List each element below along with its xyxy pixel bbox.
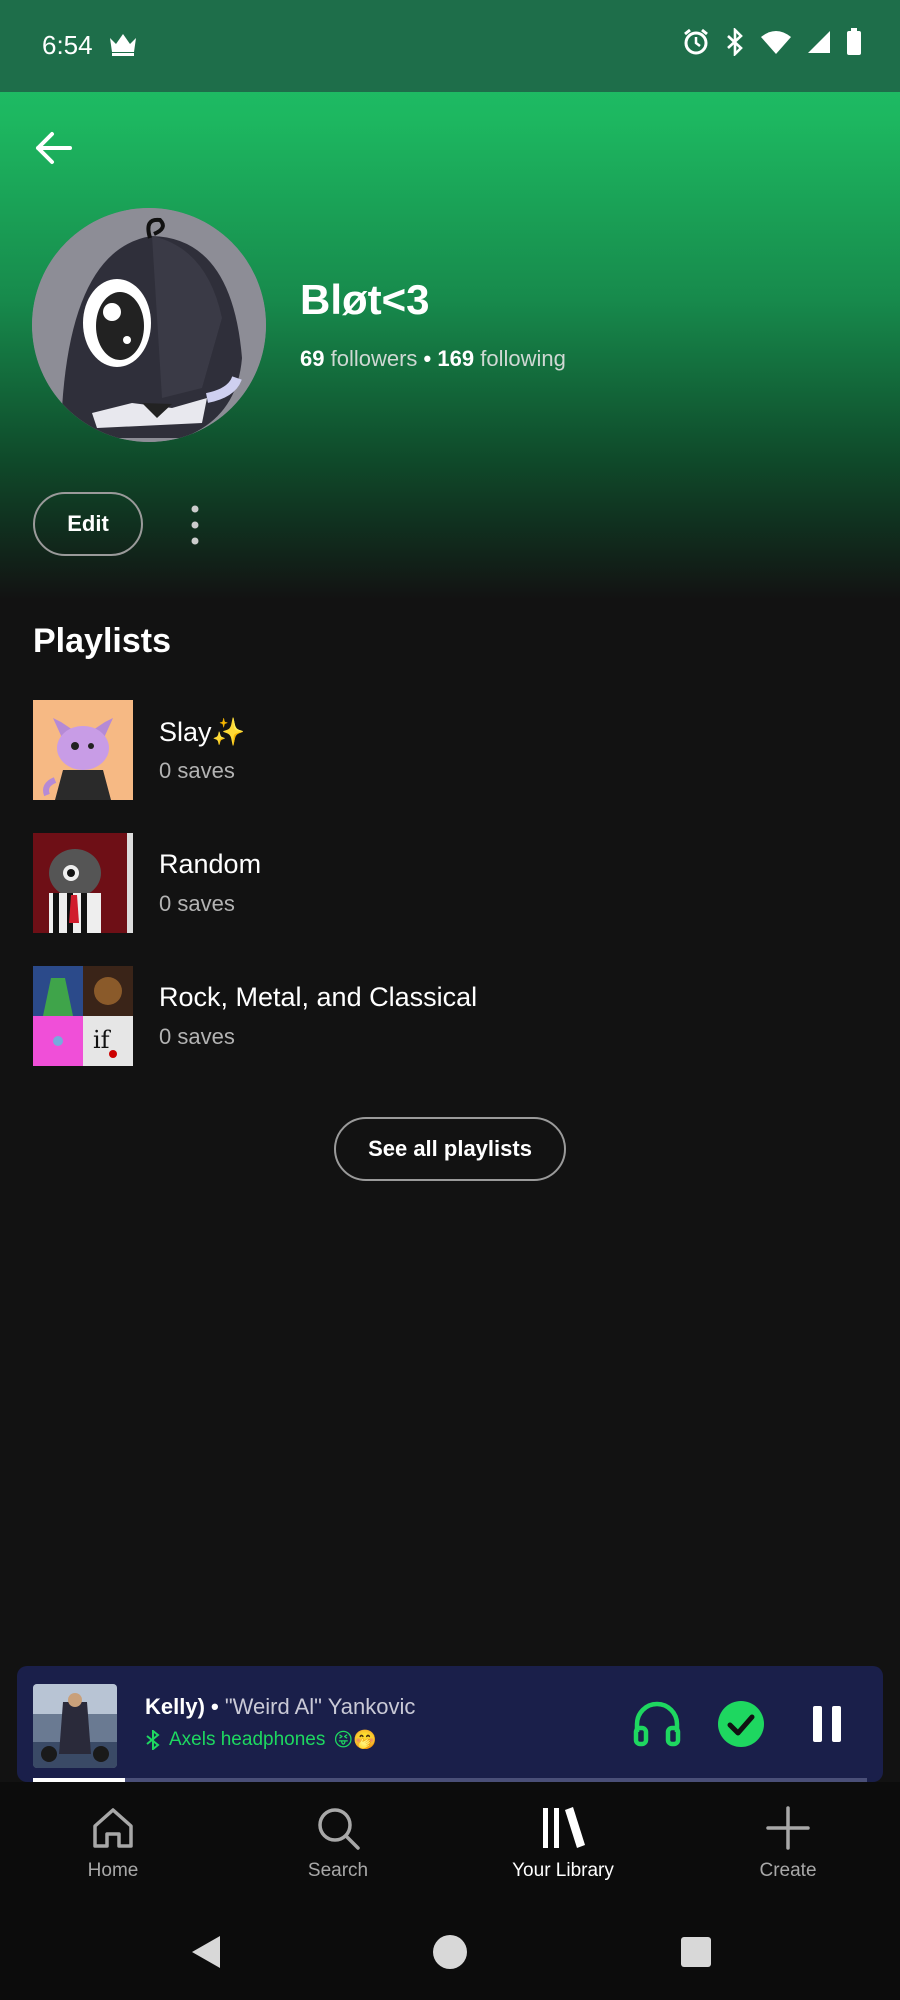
now-playing-artwork: [33, 1684, 117, 1768]
playlist-cover: [33, 700, 133, 800]
pause-icon: [813, 1706, 841, 1742]
followers-label: followers: [330, 346, 418, 371]
playlist-item[interactable]: Random 0 saves: [33, 833, 853, 933]
profile-name: Bløt<3: [300, 276, 430, 323]
headphones-icon: [633, 1701, 681, 1747]
circle-home-icon: [433, 1935, 467, 1969]
followers-link[interactable]: 69 followers: [300, 346, 417, 371]
see-all-playlists-button[interactable]: See all playlists: [334, 1117, 566, 1181]
connected-device[interactable]: Axels headphones 😝🤭: [145, 1728, 377, 1751]
now-playing-track: Kelly) •: [145, 1694, 219, 1719]
nav-create[interactable]: Create: [708, 1804, 868, 1882]
playlist-name: Random: [159, 849, 262, 879]
nav-label-your-library: Your Library: [512, 1860, 614, 1881]
signal-icon: [806, 29, 832, 60]
system-back-button[interactable]: [186, 1932, 226, 1977]
home-icon: [93, 1808, 133, 1848]
check-circle-icon: [718, 1701, 764, 1747]
saved-to-library-button[interactable]: [715, 1698, 767, 1750]
nav-label-home: Home: [87, 1860, 139, 1881]
search-icon: [318, 1808, 360, 1850]
now-playing-bar[interactable]: Kelly) • "Weird Al" Yankovic Axels headp…: [17, 1666, 883, 1782]
now-playing-title: Kelly) • "Weird Al" Yankovic: [145, 1694, 415, 1720]
status-icons: [682, 26, 862, 61]
nav-search[interactable]: Search: [258, 1804, 418, 1882]
bluetooth-icon: [724, 26, 746, 61]
triangle-back-icon: [192, 1936, 220, 1968]
crown-icon: [108, 30, 138, 61]
more-vertical-icon: [191, 505, 199, 545]
wifi-icon: [760, 29, 792, 60]
nav-label-search: Search: [307, 1860, 369, 1881]
more-options-button[interactable]: [180, 500, 210, 550]
bottom-navigation: Home Search Your Library Create: [0, 1782, 900, 1904]
status-bar: 6:54: [0, 0, 900, 92]
edit-profile-button[interactable]: Edit: [33, 492, 143, 556]
bluetooth-icon: [146, 1729, 160, 1750]
alarm-icon: [682, 28, 710, 61]
device-emoji: 😝🤭: [333, 1729, 377, 1751]
playlist-saves: 0 saves: [159, 1024, 235, 1049]
avatar[interactable]: [32, 208, 266, 442]
system-home-button[interactable]: [430, 1932, 470, 1977]
playlist-name: Rock, Metal, and Classical: [159, 982, 478, 1012]
following-link[interactable]: 169 following: [437, 346, 565, 371]
profile-stats: 69 followers • 169 following: [300, 346, 566, 372]
system-recents-button[interactable]: [676, 1932, 716, 1977]
square-recents-icon: [681, 1937, 711, 1967]
playlist-cover: [33, 833, 133, 933]
arrow-left-icon: [36, 132, 72, 164]
playlist-saves: 0 saves: [159, 891, 235, 916]
back-button[interactable]: [30, 124, 78, 172]
library-icon: [543, 1807, 585, 1848]
device-name: Axels headphones: [169, 1728, 326, 1750]
playlist-item[interactable]: Slay✨ 0 saves: [33, 700, 853, 800]
pause-button[interactable]: [801, 1698, 853, 1750]
system-navigation-bar: [0, 1904, 900, 2000]
now-playing-artist: "Weird Al" Yankovic: [224, 1694, 416, 1719]
plus-icon: [766, 1806, 810, 1850]
following-count: 169: [437, 346, 475, 371]
battery-icon: [846, 28, 862, 61]
following-label: following: [480, 346, 566, 371]
svg-text:if: if: [93, 1026, 112, 1054]
connect-device-button[interactable]: [631, 1698, 683, 1750]
nav-home[interactable]: Home: [33, 1804, 193, 1882]
playlist-item[interactable]: if Rock, Metal, and Classical 0 saves: [33, 966, 853, 1066]
playlist-saves: 0 saves: [159, 758, 235, 783]
section-title-playlists: Playlists: [33, 622, 171, 660]
playlist-cover: if: [33, 966, 133, 1066]
avatar-image: [32, 208, 266, 442]
stats-separator: •: [423, 346, 432, 371]
nav-label-create: Create: [759, 1860, 817, 1881]
playlist-name: Slay✨: [159, 717, 246, 747]
followers-count: 69: [300, 346, 325, 371]
nav-your-library[interactable]: Your Library: [483, 1804, 643, 1882]
status-time: 6:54: [42, 30, 93, 60]
